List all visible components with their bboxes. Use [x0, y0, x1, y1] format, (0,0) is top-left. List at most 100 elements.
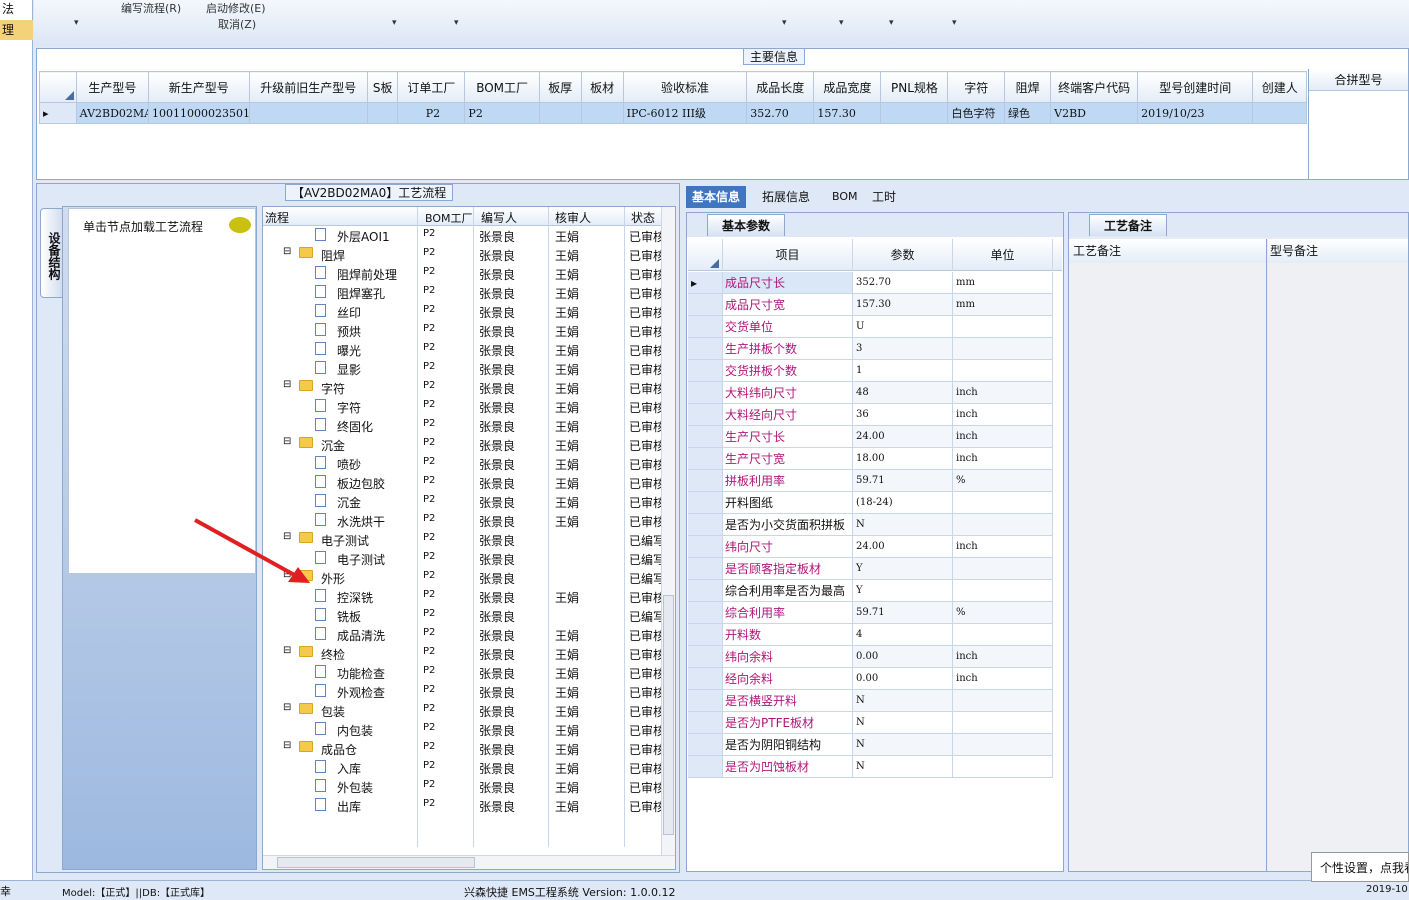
cancel-button[interactable]: 取消(Z) — [218, 16, 256, 32]
model-notes-field[interactable] — [1268, 263, 1408, 871]
tree-row[interactable]: 外观检查 P2 张景良 王娟 已审核 — [263, 682, 663, 701]
param-row[interactable]: 开料数 4 — [688, 624, 1062, 646]
process-notes-tab[interactable]: 工艺备注 — [1089, 214, 1168, 236]
node-hint[interactable]: 单击节点加载工艺流程 — [83, 218, 203, 235]
personal-settings-tooltip[interactable]: 个性设置，点我看 — [1311, 852, 1409, 882]
tab-basic-info[interactable]: 基本信息 — [686, 186, 747, 208]
param-row[interactable]: 大料纬向尺寸 48 inch — [688, 382, 1062, 404]
row-selector[interactable] — [688, 338, 723, 360]
column-header[interactable]: 生产型号 — [75, 71, 149, 103]
table-cell[interactable]: P2 — [397, 102, 466, 124]
row-selector[interactable] — [688, 426, 723, 448]
chevron-down-icon[interactable]: ▾ — [74, 18, 79, 28]
basic-params-tab[interactable]: 基本参数 — [707, 214, 786, 236]
row-selector[interactable] — [688, 668, 723, 690]
tab-work-hours[interactable]: 工时 — [866, 186, 902, 208]
column-header[interactable]: 板材 — [580, 71, 624, 103]
column-header[interactable]: 单位 — [953, 239, 1053, 271]
row-selector[interactable]: ▸ — [688, 272, 723, 294]
param-row[interactable]: 交货拼板个数 1 — [688, 360, 1062, 382]
row-selector[interactable] — [688, 492, 723, 514]
column-header[interactable]: 流程 — [265, 209, 289, 226]
row-selector[interactable] — [688, 624, 723, 646]
param-value[interactable]: N — [853, 690, 953, 712]
column-header[interactable]: 成品长度 — [746, 71, 815, 103]
scrollbar-thumb[interactable] — [277, 857, 475, 868]
tree-row[interactable]: ⊟ 字符 P2 张景良 王娟 已审核 — [263, 378, 663, 397]
param-value[interactable]: 24.00 — [853, 426, 953, 448]
tree-row[interactable]: 成品清洗 P2 张景良 王娟 已审核 — [263, 625, 663, 644]
collapse-icon[interactable]: ⊟ — [283, 379, 291, 390]
merge-model-header[interactable]: 合拼型号 — [1309, 69, 1408, 91]
param-row[interactable]: 纬向余料 0.00 inch — [688, 646, 1062, 668]
tree-row[interactable]: ⊟ 沉金 P2 张景良 王娟 已审核 — [263, 435, 663, 454]
param-row[interactable]: 开料图纸 (18-24) — [688, 492, 1062, 514]
column-header[interactable]: 成品宽度 — [813, 71, 882, 103]
table-cell[interactable]: AV2BD02MA0 — [75, 102, 149, 124]
row-selector[interactable] — [688, 646, 723, 668]
table-cell[interactable]: P2 — [464, 102, 540, 124]
column-header[interactable]: 阻焊 — [1004, 71, 1052, 103]
param-value[interactable]: 48 — [853, 382, 953, 404]
chevron-down-icon[interactable]: ▾ — [952, 18, 957, 28]
row-selector[interactable] — [688, 448, 723, 470]
equipment-structure-tab[interactable]: 设备结构 — [40, 208, 64, 298]
param-value[interactable]: 352.70 — [853, 272, 953, 294]
chevron-down-icon[interactable]: ▾ — [392, 18, 397, 28]
tree-row[interactable]: 沉金 P2 张景良 王娟 已审核 — [263, 492, 663, 511]
column-header[interactable]: BOM工厂 — [425, 210, 473, 226]
tree-row[interactable]: ⊟外形P2张景良已编写 — [263, 568, 663, 587]
tree-row[interactable]: 铣板 P2 张景良 已编写 — [263, 606, 663, 625]
param-value[interactable]: 59.71 — [853, 602, 953, 624]
tree-row[interactable]: 曝光 P2 张景良 王娟 已审核 — [263, 340, 663, 359]
tree-row[interactable]: 字符 P2 张景良 王娟 已审核 — [263, 397, 663, 416]
column-header[interactable]: PNL规格 — [880, 71, 949, 103]
start-modify-button[interactable]: 启动修改(E) — [206, 0, 266, 16]
table-row[interactable]: ▸ AV2BD02MA0 10011000023501 P2 P2 IPC-60… — [39, 102, 1307, 124]
column-header[interactable]: 新生产型号 — [147, 71, 250, 103]
param-row[interactable]: 是否横竖开料 N — [688, 690, 1062, 712]
row-selector[interactable] — [688, 580, 723, 602]
param-row[interactable]: 大料经向尺寸 36 inch — [688, 404, 1062, 426]
param-row[interactable]: 综合利用率 59.71% — [688, 602, 1062, 624]
chevron-down-icon[interactable]: ▾ — [889, 18, 894, 28]
param-row[interactable]: 是否为PTFE板材 N — [688, 712, 1062, 734]
write-flow-button[interactable]: 编写流程(R) — [121, 0, 181, 16]
tree-row[interactable]: 水洗烘干 P2 张景良 王娟 已审核 — [263, 511, 663, 530]
param-value[interactable]: N — [853, 734, 953, 756]
collapse-icon[interactable]: ⊟ — [283, 740, 291, 751]
table-cell[interactable]: V2BD — [1050, 102, 1139, 124]
row-selector[interactable] — [688, 514, 723, 536]
row-selector[interactable] — [688, 360, 723, 382]
column-header[interactable]: 编写人 — [481, 209, 517, 226]
row-selector[interactable] — [688, 536, 723, 558]
collapse-icon[interactable]: ⊟ — [283, 702, 291, 713]
tree-row[interactable]: 喷砂 P2 张景良 王娟 已审核 — [263, 454, 663, 473]
vertical-scrollbar[interactable] — [661, 207, 675, 855]
left-strip-item[interactable]: 法 — [0, 0, 33, 18]
column-header[interactable]: 型号创建时间 — [1137, 71, 1254, 103]
column-header[interactable]: BOM工厂 — [464, 71, 540, 103]
chevron-down-icon[interactable]: ▾ — [454, 18, 459, 28]
tree-row[interactable]: 阻焊塞孔 P2 张景良 王娟 已审核 — [263, 283, 663, 302]
param-row[interactable]: 生产尺寸宽 18.00 inch — [688, 448, 1062, 470]
table-cell[interactable]: 绿色 — [1004, 102, 1052, 124]
tree-row[interactable]: 终固化 P2 张景良 王娟 已审核 — [263, 416, 663, 435]
table-cell[interactable]: 2019/10/23 — [1137, 102, 1254, 124]
row-selector[interactable] — [688, 294, 723, 316]
chevron-down-icon[interactable]: ▾ — [782, 18, 787, 28]
param-row[interactable]: 是否为阴阳铜结构 N — [688, 734, 1062, 756]
param-value[interactable]: 4 — [853, 624, 953, 646]
tree-row[interactable]: 外层AOI1 P2 张景良 王娟 已审核 — [263, 226, 663, 245]
tree-row[interactable]: ⊟ 终检 P2 张景良 王娟 已审核 — [263, 644, 663, 663]
param-row[interactable]: 成品尺寸宽 157.30 mm — [688, 294, 1062, 316]
tree-row[interactable]: ⊟ 成品仓 P2 张景良 王娟 已审核 — [263, 739, 663, 758]
param-value[interactable]: N — [853, 712, 953, 734]
tree-row[interactable]: 外包装 P2 张景良 王娟 已审核 — [263, 777, 663, 796]
column-header[interactable]: 核审人 — [555, 209, 591, 226]
table-cell[interactable] — [538, 102, 582, 124]
param-row[interactable]: ▸ 成品尺寸长 352.70 mm — [688, 272, 1062, 294]
row-selector[interactable] — [688, 756, 723, 778]
row-selector[interactable] — [688, 602, 723, 624]
table-cell[interactable] — [248, 102, 368, 124]
